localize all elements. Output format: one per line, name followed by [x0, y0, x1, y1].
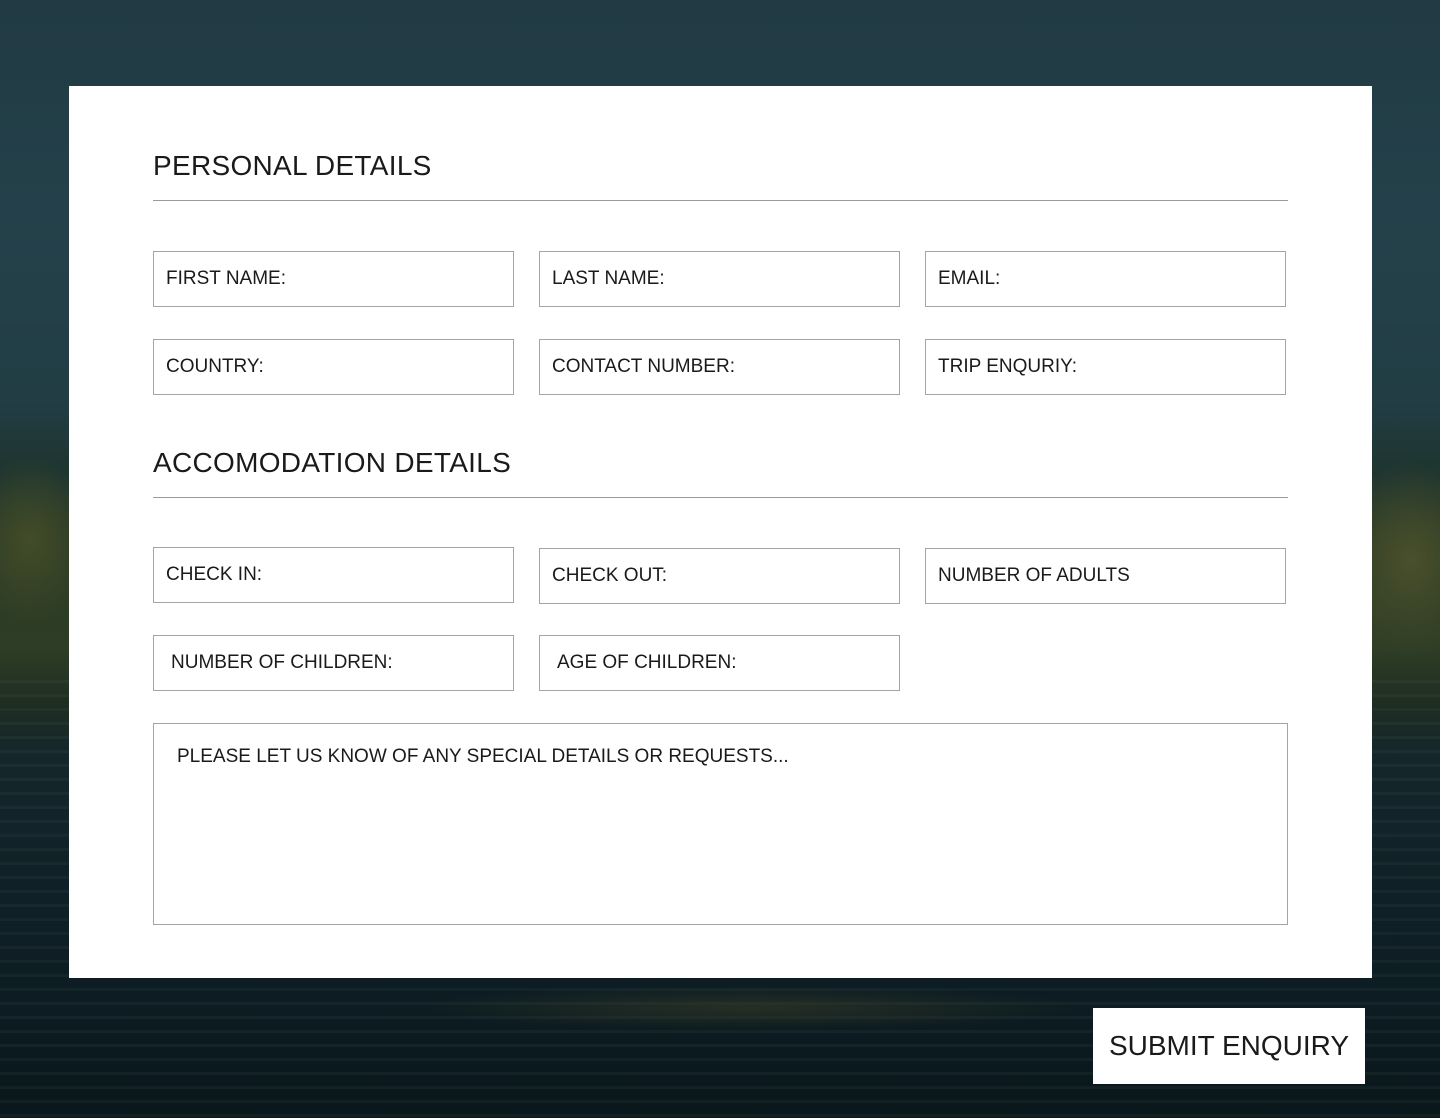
- background-reflection: [300, 978, 1200, 1038]
- personal-details-divider: [153, 200, 1288, 201]
- accommodation-details-divider: [153, 497, 1288, 498]
- trip-enquiry-field[interactable]: TRIP ENQURIY:: [925, 339, 1286, 395]
- accommodation-details-heading: ACCOMODATION DETAILS: [153, 447, 512, 478]
- submit-enquiry-button[interactable]: SUBMIT ENQUIRY: [1093, 1008, 1365, 1084]
- last-name-field[interactable]: LAST NAME:: [539, 251, 900, 307]
- personal-details-heading: PERSONAL DETAILS: [153, 150, 432, 181]
- check-in-field[interactable]: CHECK IN:: [153, 547, 514, 603]
- enquiry-form-panel: PERSONAL DETAILS FIRST NAME: LAST NAME: …: [69, 86, 1372, 978]
- age-of-children-field[interactable]: AGE OF CHILDREN:: [539, 635, 900, 691]
- contact-number-field[interactable]: CONTACT NUMBER:: [539, 339, 900, 395]
- first-name-field[interactable]: FIRST NAME:: [153, 251, 514, 307]
- number-of-adults-field[interactable]: NUMBER OF ADULTS: [925, 548, 1286, 604]
- check-out-field[interactable]: CHECK OUT:: [539, 548, 900, 604]
- number-of-children-field[interactable]: NUMBER OF CHILDREN:: [153, 635, 514, 691]
- country-field[interactable]: COUNTRY:: [153, 339, 514, 395]
- special-requests-textarea[interactable]: PLEASE LET US KNOW OF ANY SPECIAL DETAIL…: [153, 723, 1288, 925]
- email-field[interactable]: EMAIL:: [925, 251, 1286, 307]
